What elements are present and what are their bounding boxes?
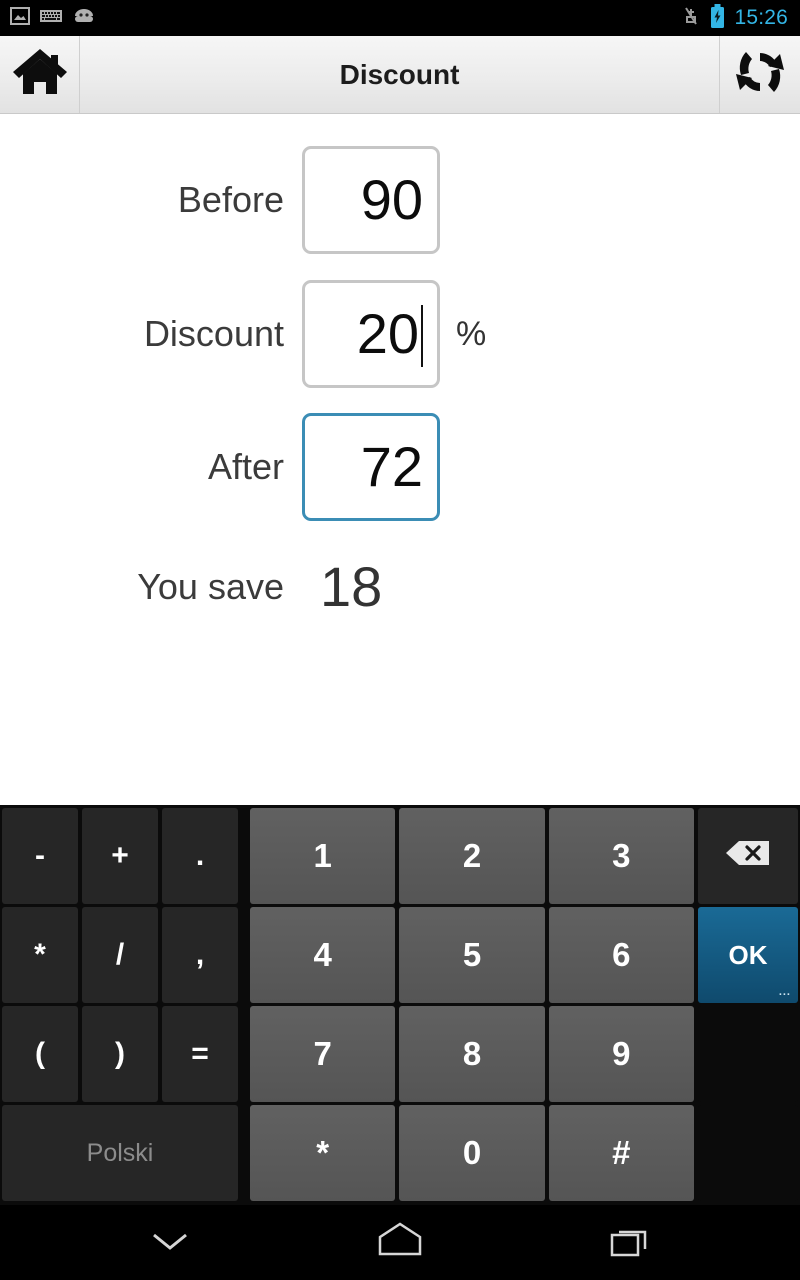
- status-bar-right-icons: 15:26: [681, 3, 800, 33]
- key-0[interactable]: 0: [399, 1105, 545, 1201]
- keyboard-row: ( ) = 7 8 9: [2, 1006, 798, 1102]
- key-blank-row4: [697, 1105, 798, 1201]
- key-ok[interactable]: OK ...: [697, 907, 798, 1003]
- form-row-before: Before 90: [62, 146, 440, 254]
- home-button[interactable]: [0, 36, 80, 113]
- key-9[interactable]: 9: [548, 1006, 694, 1102]
- key-4[interactable]: 4: [250, 907, 396, 1003]
- refresh-button[interactable]: [720, 36, 800, 113]
- key-hash[interactable]: #: [548, 1105, 694, 1201]
- app-screen: 15:26 Discount Before 90 Discount 20 % A…: [0, 0, 800, 1280]
- discount-value: 20: [356, 302, 419, 365]
- key-2[interactable]: 2: [399, 808, 545, 904]
- key-1[interactable]: 1: [250, 808, 396, 904]
- android-icon: [72, 7, 96, 30]
- keyboard-row: Polski * 0 #: [2, 1105, 798, 1201]
- key-blank-row3: [697, 1006, 798, 1102]
- key-comma[interactable]: ,: [162, 907, 238, 1003]
- home-nav-button[interactable]: [355, 1213, 445, 1273]
- text-caret: [421, 305, 423, 367]
- key-7[interactable]: 7: [250, 1006, 396, 1102]
- key-star[interactable]: *: [250, 1105, 396, 1201]
- key-period[interactable]: .: [162, 808, 238, 904]
- label-before: Before: [177, 179, 284, 220]
- backspace-icon: [725, 839, 771, 874]
- refresh-icon: [732, 44, 788, 105]
- key-6[interactable]: 6: [548, 907, 694, 1003]
- discount-form: Before 90 Discount 20 % After 72 You sav…: [0, 114, 800, 805]
- key-slash[interactable]: /: [82, 907, 158, 1003]
- percent-symbol: %: [456, 314, 487, 353]
- key-8[interactable]: 8: [399, 1006, 545, 1102]
- discount-input[interactable]: 20: [302, 280, 440, 388]
- gallery-icon: [10, 6, 30, 30]
- form-row-discount: Discount 20 %: [62, 280, 486, 388]
- label-you-save: You save: [137, 566, 284, 607]
- form-row-after: After 72: [62, 413, 440, 521]
- status-bar-left-icons: [0, 6, 96, 30]
- key-asterisk[interactable]: *: [2, 907, 78, 1003]
- key-minus[interactable]: -: [2, 808, 78, 904]
- key-plus[interactable]: +: [82, 808, 158, 904]
- home-icon: [11, 46, 69, 103]
- system-navigation-bar: [0, 1205, 800, 1280]
- recents-button[interactable]: [585, 1213, 675, 1273]
- hide-keyboard-button[interactable]: [125, 1213, 215, 1273]
- numeric-keyboard: - + . 1 2 3 * / , 4 5 6 OK ... () = 7 8…: [0, 805, 800, 1205]
- after-value: 72: [360, 435, 423, 498]
- status-bar: 15:26: [0, 0, 800, 36]
- recents-icon: [608, 1221, 652, 1264]
- label-discount: Discount: [143, 313, 284, 354]
- action-bar: Discount: [0, 36, 800, 114]
- before-value: 90: [360, 168, 423, 231]
- keyboard-row: - + . 1 2 3: [2, 808, 798, 904]
- ok-more-dots: ...: [778, 986, 791, 998]
- keyboard-icon: [40, 9, 62, 28]
- key-3[interactable]: 3: [548, 808, 694, 904]
- key-paren-open[interactable]: (: [2, 1006, 78, 1102]
- key-language-polski[interactable]: Polski: [2, 1105, 238, 1201]
- after-input[interactable]: 72: [302, 413, 440, 521]
- home-icon: [376, 1220, 424, 1265]
- battery-charging-icon: [710, 3, 725, 33]
- ok-label: OK: [728, 939, 768, 970]
- label-after: After: [207, 446, 284, 487]
- form-row-you-save: You save 18: [62, 559, 382, 615]
- hide-keyboard-icon: [148, 1227, 192, 1258]
- key-backspace[interactable]: [697, 808, 798, 904]
- before-input[interactable]: 90: [302, 146, 440, 254]
- keyboard-row: * / , 4 5 6 OK ...: [2, 907, 798, 1003]
- key-paren-close[interactable]: ): [82, 1006, 158, 1102]
- page-title: Discount: [80, 36, 720, 113]
- key-equals[interactable]: =: [162, 1006, 238, 1102]
- vibrate-off-icon: [681, 5, 701, 32]
- key-5[interactable]: 5: [399, 907, 545, 1003]
- you-save-value: 18: [320, 555, 383, 618]
- status-bar-clock: 15:26: [734, 6, 788, 29]
